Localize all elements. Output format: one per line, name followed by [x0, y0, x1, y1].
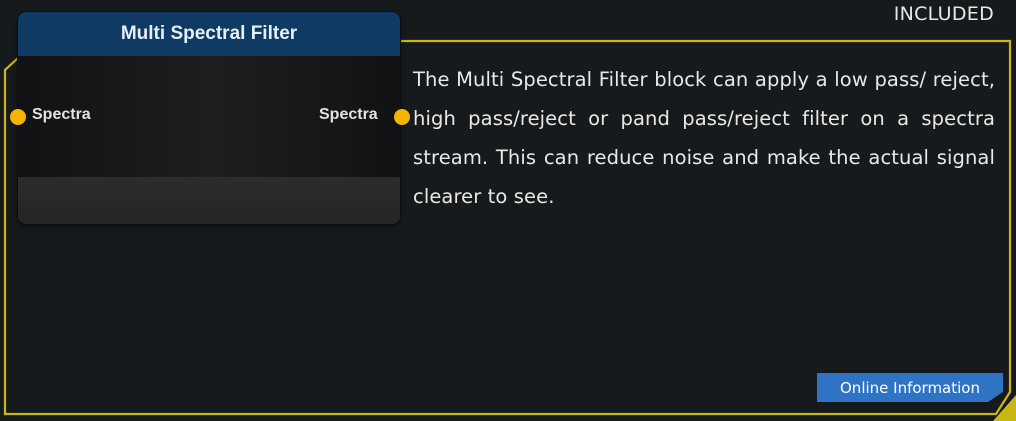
- node-footer: [18, 177, 400, 224]
- output-port-label: Spectra: [319, 106, 378, 123]
- included-badge: INCLUDED: [893, 3, 994, 25]
- block-description: The Multi Spectral Filter block can appl…: [413, 68, 995, 208]
- input-port-label: Spectra: [32, 106, 91, 123]
- online-information-button[interactable]: Online Information: [817, 373, 1003, 402]
- output-port-dot-icon[interactable]: [394, 109, 410, 125]
- input-port-dot-icon[interactable]: [10, 109, 26, 125]
- node-title: Multi Spectral Filter: [18, 12, 400, 56]
